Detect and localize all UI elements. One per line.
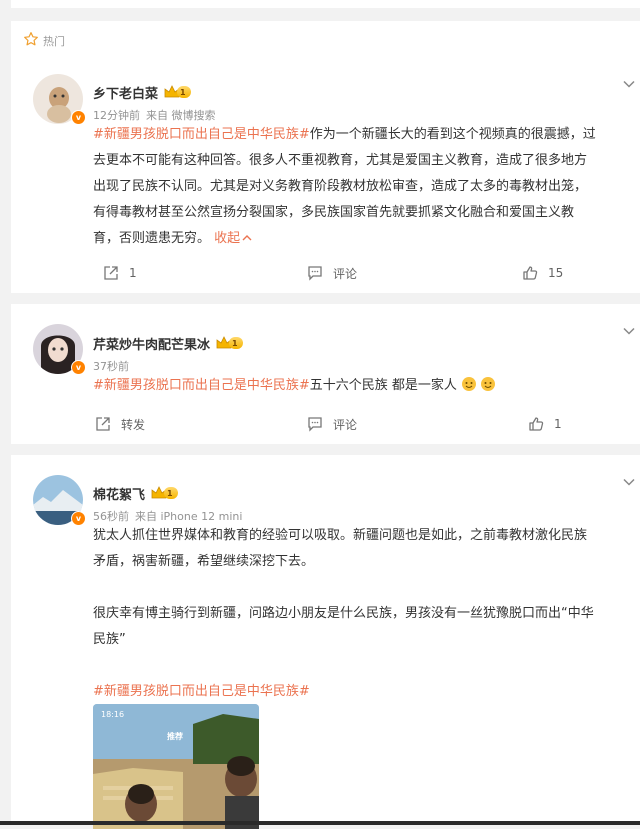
video-thumbnail[interactable]: 18:16 推荐 [93,704,259,829]
timestamp: 56秒前 [93,510,129,523]
comment-button[interactable]: 评论 [307,261,357,285]
verified-badge-icon: v [71,360,86,375]
crown-icon: 1 [164,85,191,99]
video-status-time: 18:16 [101,710,125,719]
like-icon [523,266,538,280]
verified-badge-icon: v [71,511,86,526]
comment-icon [308,417,322,432]
crown-icon: 1 [216,336,243,350]
chevron-down-icon[interactable] [623,322,635,335]
topic-link[interactable]: #新疆男孩脱口而出自己是中华民族# [93,679,633,705]
username[interactable]: 棉花絮飞 [93,484,145,503]
chevron-down-icon[interactable] [623,473,635,486]
star-icon [23,31,39,51]
hot-section-header: 热门 [23,31,65,51]
comment-meta: 37秒前 [93,358,129,374]
comment-card: v 棉花絮飞 1 56秒前 来自 iPhone 12 mini 犹太人抓住世界媒体… [11,455,640,829]
window-bottom-edge [0,821,640,825]
username[interactable]: 乡下老白菜 [93,83,158,102]
like-icon [529,417,544,431]
share-icon [104,266,118,280]
timestamp: 37秒前 [93,360,129,373]
like-button[interactable]: 15 [522,261,563,285]
chevron-up-icon [242,235,252,241]
hot-section-label: 热门 [43,35,65,48]
username[interactable]: 芹菜炒牛肉配芒果冰 [93,334,210,353]
source: 来自 iPhone 12 mini [135,510,243,523]
source: 来自 微博搜索 [146,109,216,122]
member-level-badge: 1 [229,337,243,349]
comment-meta: 12分钟前 来自 微博搜索 [93,107,216,123]
comment-text: 犹太人抓住世界媒体和教育的经验可以吸取。新疆问题也是如此，之前毒教材激化民族 矛… [93,523,633,705]
share-button[interactable]: 转发 [95,412,145,436]
share-button[interactable]: 1 [103,261,137,285]
comment-button[interactable]: 评论 [307,412,357,436]
share-icon [96,417,110,431]
crown-icon: 1 [151,486,178,500]
topic-link[interactable]: #新疆男孩脱口而出自己是中华民族# [93,127,310,142]
comment-icon [308,266,322,281]
like-button[interactable]: 1 [528,412,562,436]
timestamp: 12分钟前 [93,109,140,122]
collapse-link[interactable]: 收起 [214,231,252,246]
video-tab-label: 推荐 [167,732,183,741]
member-level-badge: 1 [177,86,191,98]
topic-link[interactable]: #新疆男孩脱口而出自己是中华民族# [93,378,310,393]
comment-meta: 56秒前 来自 iPhone 12 mini [93,508,242,524]
action-bar: 转发 评论 1 [11,412,640,436]
verified-badge-icon: v [71,110,86,125]
smiley-emoji-icon [461,376,497,402]
comment-text: #新疆男孩脱口而出自己是中华民族#作为一个新疆长大的看到这个视频真的很震撼，过 … [93,127,596,246]
action-bar: 1 评论 15 [11,261,640,285]
comment-text: #新疆男孩脱口而出自己是中华民族#五十六个民族 都是一家人 [93,373,633,402]
comment-card: v 芹菜炒牛肉配芒果冰 1 37秒前 #新疆男孩脱口而出自己是中华民族#五十六个… [11,304,640,444]
chevron-down-icon[interactable] [623,75,635,88]
member-level-badge: 1 [164,487,178,499]
hot-comment-card: 热门 v 乡下老白菜 1 12分钟前 来自 微博搜索 #新疆男孩脱口而出自己是中华… [11,21,640,293]
previous-card-bottom [11,0,640,8]
